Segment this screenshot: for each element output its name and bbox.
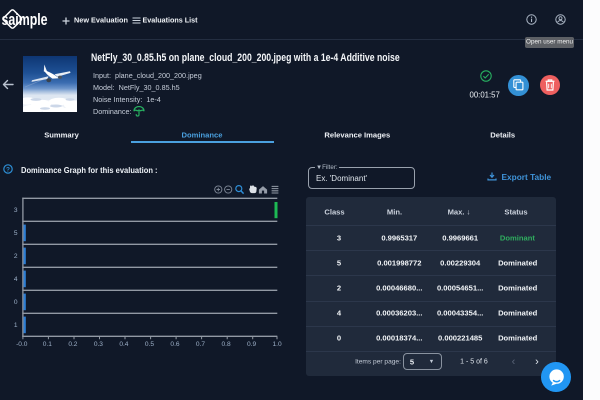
- svg-text:0.1: 0.1: [43, 341, 52, 348]
- svg-text:0.9: 0.9: [247, 341, 256, 348]
- svg-text:-0.0: -0.0: [16, 341, 28, 348]
- svg-text:1.0: 1.0: [273, 341, 282, 348]
- svg-text:2: 2: [14, 253, 18, 260]
- svg-text:4: 4: [14, 276, 18, 283]
- svg-text:saimple: saimple: [2, 11, 48, 29]
- svg-text:0.4: 0.4: [119, 341, 128, 348]
- svg-text:0.7: 0.7: [196, 341, 205, 348]
- svg-text:0.2: 0.2: [68, 341, 77, 348]
- svg-text:3: 3: [14, 207, 18, 214]
- svg-text:0.5: 0.5: [145, 341, 154, 348]
- svg-text:0.6: 0.6: [170, 341, 179, 348]
- svg-text:?: ?: [6, 167, 10, 174]
- svg-text:0.3: 0.3: [94, 341, 103, 348]
- svg-text:1: 1: [14, 322, 18, 329]
- svg-text:0: 0: [14, 299, 18, 306]
- svg-text:5: 5: [14, 230, 18, 237]
- svg-text:0.8: 0.8: [222, 341, 231, 348]
